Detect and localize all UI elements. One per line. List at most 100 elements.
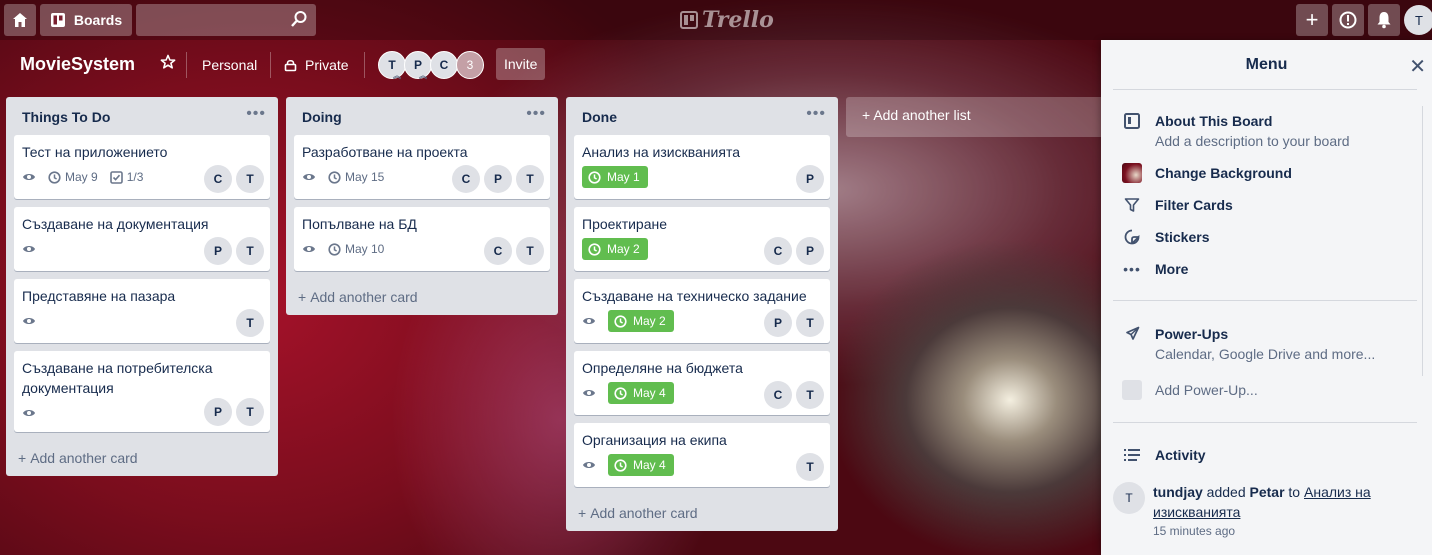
card[interactable]: Разработване на проекта May 15 C P T (294, 135, 550, 199)
checklist-text: 1/3 (126, 170, 144, 184)
member-avatar[interactable]: T (516, 237, 544, 265)
eye-icon (583, 390, 595, 396)
list-title[interactable]: Doing (302, 109, 342, 125)
power-ups-sub: Calendar, Google Drive and more... (1155, 346, 1376, 362)
card-title: Създаване на документация (22, 216, 209, 232)
card[interactable]: Представяне на пазара T (14, 279, 270, 343)
info-button[interactable] (1332, 4, 1364, 36)
card[interactable]: Създаване на техническо задание May 2 P … (574, 279, 830, 343)
add-card-label: Add another card (310, 289, 418, 305)
member-avatar[interactable]: P (796, 237, 824, 265)
clock-icon (614, 386, 627, 400)
add-list-button[interactable]: + Add another list (846, 97, 1118, 137)
member-avatar[interactable]: T ︽ (378, 51, 406, 80)
list-menu-icon[interactable]: ••• (246, 105, 266, 123)
filter-cards-item[interactable]: Filter Cards (1121, 195, 1233, 215)
scrollbar[interactable] (1422, 106, 1430, 376)
card[interactable]: Организация на екипа May 4 T (574, 423, 830, 487)
member-avatar[interactable]: P (484, 165, 512, 193)
add-power-up-item[interactable]: Add Power-Up... (1121, 380, 1258, 400)
user-avatar[interactable]: T (1404, 5, 1432, 35)
invite-button[interactable]: Invite (496, 48, 546, 80)
activity-verb: added (1206, 484, 1246, 500)
member-avatar[interactable]: P (204, 237, 232, 265)
stickers-label: Stickers (1155, 229, 1210, 245)
list-menu-icon[interactable]: ••• (806, 105, 826, 123)
member-avatar[interactable]: T (236, 165, 264, 193)
about-board-sub: Add a description to your board (1155, 133, 1350, 149)
add-card-button[interactable]: + Add another card (286, 279, 558, 315)
due-text: May 9 (65, 170, 98, 184)
member-avatar[interactable]: P (204, 398, 232, 426)
member-count[interactable]: 3 (456, 51, 484, 79)
divider (364, 52, 365, 78)
about-board-item[interactable]: About This Board Add a description to yo… (1121, 111, 1350, 151)
activity-user[interactable]: tundjay (1153, 484, 1203, 500)
change-background-label: Change Background (1155, 165, 1292, 181)
notifications-button[interactable] (1368, 4, 1400, 36)
trello-logo[interactable]: Trello (680, 7, 774, 33)
list-title[interactable]: Done (582, 109, 617, 125)
member-avatar[interactable]: T (516, 165, 544, 193)
member-avatar[interactable]: T (796, 309, 824, 337)
boards-icon (50, 13, 65, 27)
list-title[interactable]: Things To Do (22, 109, 110, 125)
boards-button[interactable]: Boards (40, 4, 132, 36)
trello-logo-icon (680, 11, 698, 29)
member-avatar[interactable]: C (430, 51, 458, 79)
sticker-icon (1121, 227, 1143, 247)
activity-time[interactable]: 15 minutes ago (1153, 522, 1409, 540)
home-button[interactable] (4, 4, 36, 36)
team-button[interactable]: Personal (202, 57, 257, 73)
card-members: C T (204, 165, 264, 193)
add-card-button[interactable]: + Add another card (566, 495, 838, 531)
board-title[interactable]: MovieSystem (20, 54, 135, 75)
close-icon[interactable]: ✕ (1409, 54, 1426, 79)
member-avatar[interactable]: C (764, 381, 792, 409)
add-card-button[interactable]: + Add another card (6, 440, 278, 476)
more-item[interactable]: ••• More (1121, 259, 1188, 279)
watch-badge (302, 244, 316, 254)
watch-badge (302, 172, 316, 182)
star-icon[interactable] (160, 54, 176, 75)
lock-icon (284, 59, 297, 71)
watch-badge (22, 316, 36, 326)
member-avatar[interactable]: P ︽ (404, 51, 432, 80)
member-avatar[interactable]: T (796, 453, 824, 481)
card[interactable]: Попълване на БД May 10 C T (294, 207, 550, 271)
card[interactable]: Създаване на потребителска документация … (14, 351, 270, 432)
due-badge: May 10 (328, 242, 384, 256)
create-button[interactable]: + (1296, 4, 1328, 36)
member-avatar[interactable]: T (236, 309, 264, 337)
member-avatar[interactable]: P (764, 309, 792, 337)
member-avatar[interactable]: T (236, 237, 264, 265)
card-title: Проектиране (582, 216, 668, 232)
card[interactable]: Анализ на изискванията May 1 P (574, 135, 830, 199)
search-icon[interactable] (290, 10, 308, 31)
member-avatar[interactable]: T (796, 381, 824, 409)
activity-target-user[interactable]: Petar (1250, 484, 1285, 500)
member-avatar[interactable]: C (764, 237, 792, 265)
visibility-button[interactable]: Private (284, 57, 349, 73)
stickers-item[interactable]: Stickers (1121, 227, 1209, 247)
card-badges (22, 308, 262, 334)
card-title: Представяне на пазара (22, 288, 176, 304)
card[interactable]: Проектиране May 2 C P (574, 207, 830, 271)
power-ups-item[interactable]: Power-Ups Calendar, Google Drive and mor… (1121, 324, 1375, 364)
member-avatar[interactable]: T (236, 398, 264, 426)
member-avatar[interactable]: C (452, 165, 480, 193)
card[interactable]: Създаване на документация P T (14, 207, 270, 271)
avatar[interactable]: T (1113, 482, 1145, 514)
member-avatar[interactable]: C (484, 237, 512, 265)
member-avatar[interactable]: P (796, 165, 824, 193)
member-avatar[interactable]: C (204, 165, 232, 193)
due-badge: May 15 (328, 170, 384, 184)
change-background-item[interactable]: Change Background (1121, 163, 1292, 183)
about-board-label: About This Board (1155, 113, 1273, 129)
card[interactable]: Тест на приложението May 9 1/3 C T (14, 135, 270, 199)
list-doing: Doing ••• Разработване на проекта May 15… (286, 97, 558, 315)
search-input[interactable] (136, 4, 316, 36)
due-complete-badge: May 2 (608, 310, 674, 332)
list-menu-icon[interactable]: ••• (526, 105, 546, 123)
card[interactable]: Определяне на бюджета May 4 C T (574, 351, 830, 415)
